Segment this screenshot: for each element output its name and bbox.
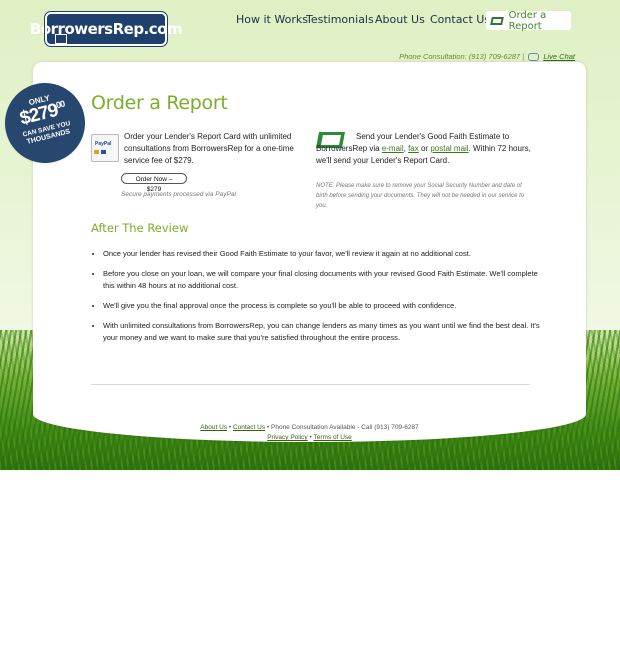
phone-text: Phone Consultation: (913) 709-6287 | [399,52,525,61]
nav-order-report-label: Order a Report [508,9,547,32]
divider [91,384,530,385]
list-item: Before you close on your loan, we will c… [103,268,543,292]
postal-mail-link[interactable]: postal mail [430,144,468,153]
nav-contact-us[interactable]: Contact Us [430,13,490,26]
secure-payments-note: Secure payments processed via PayPal [121,191,236,198]
footer-contact-link[interactable]: Contact Us [233,424,265,431]
live-chat-link[interactable]: Live Chat [543,52,575,61]
page-title: Order a Report [91,92,228,114]
fax-link[interactable]: fax [408,144,419,153]
email-link[interactable]: e-mail [382,144,404,153]
phone-consultation-line: Phone Consultation: (913) 709-6287 | Liv… [399,52,575,62]
order-now-button[interactable]: Order Now – $279 [121,173,187,193]
paypal-icon: PayPal [91,134,119,162]
footer: About Us • Contact Us • Phone Consultati… [200,424,419,441]
list-item: We'll give you the final approval once t… [103,300,543,312]
gfe-description: Send your Lender's Good Faith Estimate t… [316,132,531,165]
nav-testimonials[interactable]: Testimonials [306,13,374,26]
nav-about-us[interactable]: About Us [375,13,425,26]
report-doc-icon [490,16,504,25]
footer-terms-link[interactable]: Terms of Use [313,434,351,441]
review-list: Once your lender has revised their Good … [91,248,543,352]
footer-privacy-link[interactable]: Privacy Policy [267,434,307,441]
list-item: With unlimited consultations from Borrow… [103,320,543,344]
ssn-note: NOTE: Please make sure to remove your So… [316,183,525,209]
after-review-heading: After The Review [91,221,189,235]
footer-phone-text: • Phone Consultation Available - Call (9… [266,424,419,431]
house-icon [55,34,67,44]
footer-about-link[interactable]: About Us [200,424,227,431]
chat-bubble-icon [528,53,540,62]
nav-how-it-works[interactable]: How it Works [236,13,308,26]
list-item: Once your lender has revised their Good … [103,248,543,260]
logo-text: BorrowersRep.com [29,20,183,38]
paypal-description: Order your Lender's Report Card with unl… [124,132,294,165]
nav-order-report-button[interactable]: Order a Report [486,9,571,32]
